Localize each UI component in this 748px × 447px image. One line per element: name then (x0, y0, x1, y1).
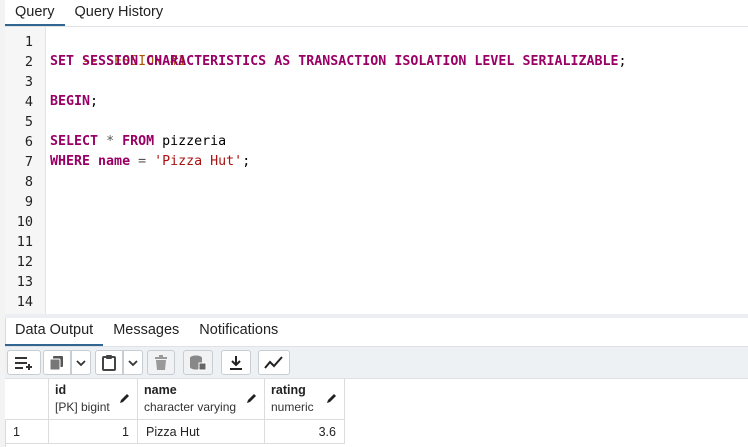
cell-id[interactable]: 1 (49, 420, 138, 444)
chevron-down-icon (128, 359, 138, 366)
line-number: 12 (16, 254, 33, 270)
pencil-icon[interactable] (119, 392, 131, 404)
line-number: 5 (24, 114, 33, 130)
column-type: [PK] bigint (55, 400, 110, 414)
code-line-6: SELECT * FROM pizzeria (50, 132, 226, 152)
paste-icon (102, 355, 116, 371)
keyword: AS (274, 54, 291, 69)
keyword: name (98, 154, 131, 169)
copy-icon (49, 355, 63, 370)
paste-options-dropdown[interactable] (123, 350, 143, 375)
keyword: WHERE (50, 154, 91, 169)
row-number-cell[interactable]: 1 (5, 420, 49, 444)
code-line-1: -- SESSION #1 (50, 32, 186, 69)
line-number: 13 (16, 274, 33, 290)
string-literal: 'Pizza Hut' (154, 154, 243, 169)
line-number: 8 (24, 174, 33, 190)
code-line-2: SET SESSION CHARACTERISTICS AS TRANSACTI… (50, 52, 627, 72)
tab-notifications[interactable]: Notifications (189, 318, 288, 346)
line-number: 9 (24, 194, 33, 210)
save-data-button[interactable] (183, 350, 213, 375)
keyword: ISOLATION (394, 54, 467, 69)
result-tab-bar: Data Output Messages Notifications (5, 318, 748, 347)
column-header-id[interactable]: id [PK] bigint (49, 379, 138, 420)
download-button[interactable] (221, 350, 251, 375)
line-number-gutter: 1 2 3 4 5 6 7 8 9 10 11 12 13 14 (5, 27, 46, 314)
keyword: LEVEL (474, 54, 515, 69)
cell-rating[interactable]: 3.6 (265, 420, 345, 444)
line-number: 3 (24, 74, 33, 90)
add-row-button[interactable] (7, 350, 41, 375)
chevron-down-icon (76, 359, 86, 366)
keyword: SERIALIZABLE (522, 54, 619, 69)
line-number: 6 (24, 134, 33, 150)
code-line-4: BEGIN; (50, 92, 98, 112)
line-number: 7 (24, 154, 33, 170)
keyword: SELECT (50, 134, 99, 149)
row-number-header (5, 379, 49, 420)
tab-messages[interactable]: Messages (103, 318, 189, 346)
graph-icon (264, 355, 283, 369)
editor-tab-bar: Query Query History (5, 0, 748, 27)
keyword: TRANSACTION (298, 54, 387, 69)
line-number: 1 (24, 34, 33, 50)
line-number: 11 (16, 234, 33, 250)
operator: = (138, 154, 147, 169)
keyword: CHARACTERISTICS (146, 54, 267, 69)
column-header-rating[interactable]: rating numeric (265, 379, 345, 420)
column-name: rating (271, 383, 306, 397)
line-number: 14 (16, 294, 33, 310)
column-type: numeric (271, 400, 314, 414)
tab-query[interactable]: Query (5, 0, 65, 26)
delete-button[interactable] (147, 350, 175, 375)
column-header-name[interactable]: name character varying (138, 379, 265, 420)
copy-button[interactable] (43, 350, 71, 375)
line-number: 10 (16, 214, 33, 230)
tab-data-output[interactable]: Data Output (5, 318, 104, 346)
keyword: BEGIN (50, 94, 91, 109)
column-name: id (55, 383, 67, 397)
semicolon: ; (90, 94, 99, 109)
cell-name[interactable]: Pizza Hut (138, 420, 265, 444)
save-data-icon (190, 355, 207, 370)
pencil-icon[interactable] (326, 392, 338, 404)
line-number: 2 (24, 54, 33, 70)
identifier: pizzeria (162, 134, 227, 149)
keyword: SESSION (82, 54, 139, 69)
add-row-icon (15, 356, 32, 370)
sql-editor[interactable]: 1 2 3 4 5 6 7 8 9 10 11 12 13 14 -- SESSION #1 SET SE… (5, 27, 748, 314)
download-icon (230, 355, 242, 370)
keyword: FROM (122, 134, 155, 149)
delete-icon (155, 354, 167, 370)
copy-options-dropdown[interactable] (71, 350, 91, 375)
keyword: SET (50, 54, 75, 69)
data-output-toolbar (5, 347, 748, 379)
line-number: 4 (24, 94, 33, 110)
tab-query-history[interactable]: Query History (65, 0, 174, 26)
operator: * (106, 134, 115, 149)
column-type: character varying (144, 400, 237, 414)
semicolon: ; (242, 154, 251, 169)
code-line-7: WHERE name = 'Pizza Hut'; (50, 152, 250, 172)
semicolon: ; (618, 54, 627, 69)
paste-button[interactable] (95, 350, 123, 375)
column-name: name (144, 383, 177, 397)
graph-visualiser-button[interactable] (258, 350, 290, 375)
pencil-icon[interactable] (246, 392, 258, 404)
